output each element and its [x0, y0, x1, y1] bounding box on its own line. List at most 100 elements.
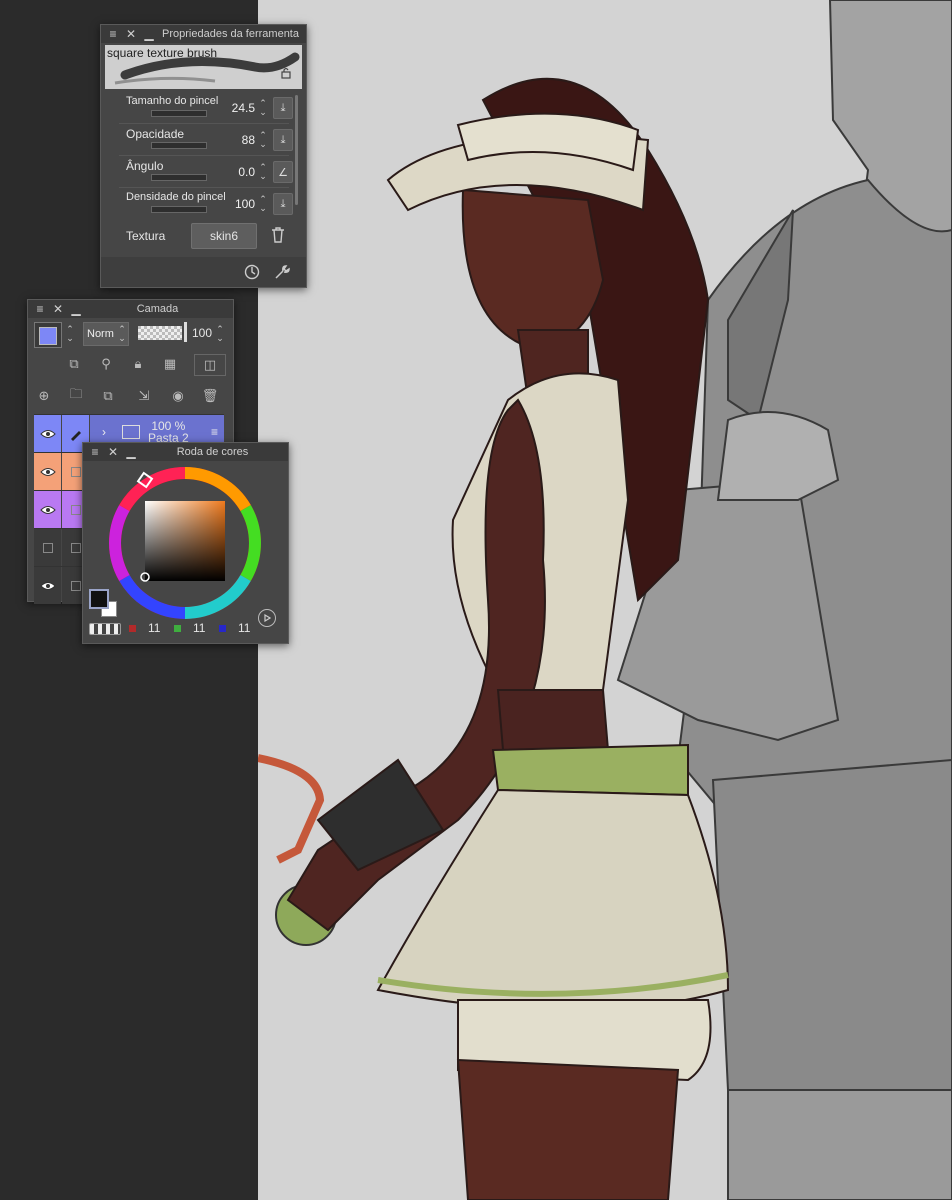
- menu-icon[interactable]: ≡: [107, 27, 119, 41]
- close-icon[interactable]: ✕: [52, 302, 64, 316]
- red-value: 11: [148, 621, 161, 635]
- brush-size-spinner[interactable]: ⌃ ⌄: [257, 99, 269, 117]
- panel-title: Camada: [136, 303, 179, 315]
- eye-icon[interactable]: [34, 491, 61, 528]
- layer-lock-row: ⧉ ⚲ 🔒︎ ▦ ◫: [34, 354, 228, 376]
- minimize-icon[interactable]: ▁: [70, 302, 82, 316]
- foreground-color-swatch[interactable]: [89, 589, 109, 609]
- brush-density-row: Densidade do pincel 100 ⌃ ⌄ ⤓: [119, 189, 295, 219]
- red-chip: [129, 624, 136, 632]
- blend-mode-spinner[interactable]: ⌃ ⌄: [116, 325, 128, 343]
- panel-title: Roda de cores: [176, 446, 249, 458]
- lock-transparency-icon[interactable]: ▦: [160, 354, 180, 374]
- download-icon[interactable]: ⤓: [273, 193, 293, 215]
- menu-icon[interactable]: ≡: [89, 445, 101, 459]
- properties-scrollbar[interactable]: [295, 95, 298, 205]
- brush-density-slider[interactable]: [151, 206, 207, 213]
- brush-preview[interactable]: square texture brush: [105, 45, 302, 89]
- angle-icon[interactable]: ∠: [273, 161, 293, 183]
- layer-toolbar: ⌃ ⌄ Norm ⌃ ⌄ 100 ⌃ ⌄: [34, 322, 228, 348]
- brush-size-row: Tamanho do pincel 24.5 ⌃ ⌄ ⤓: [119, 93, 295, 123]
- divider: [119, 155, 289, 156]
- transparent-color-button[interactable]: [89, 623, 121, 635]
- wrench-icon[interactable]: [273, 263, 291, 281]
- clip-icon[interactable]: ⧉: [64, 354, 84, 374]
- tool-properties-footer: [101, 257, 306, 287]
- trash-icon[interactable]: [269, 225, 287, 245]
- brush-name: square texture brush: [107, 46, 218, 60]
- eye-icon[interactable]: [34, 529, 61, 566]
- angle-slider[interactable]: [151, 174, 207, 181]
- lock-icon[interactable]: 🔒︎: [128, 354, 148, 374]
- close-icon[interactable]: ✕: [107, 445, 119, 459]
- rgb-readout: 11 11 11: [129, 621, 264, 635]
- opacity-slider[interactable]: [151, 142, 207, 149]
- download-icon[interactable]: ⤓: [273, 97, 293, 119]
- minimize-icon[interactable]: ▁: [125, 445, 137, 459]
- folder-layer-label[interactable]: 100 % Pasta 2: [148, 420, 189, 444]
- eye-icon[interactable]: [34, 453, 61, 490]
- drawing-canvas[interactable]: [258, 0, 952, 1200]
- divider: [119, 123, 289, 124]
- chevron-right-icon[interactable]: ›: [102, 425, 106, 439]
- trash-icon[interactable]: 🗑︎: [200, 386, 220, 406]
- color-wheel-panel: ≡ ✕ ▁ Roda de cores 11 11 11: [82, 442, 289, 644]
- mask-toggle-icon[interactable]: ◫: [194, 354, 226, 376]
- layer-actions-row: ⊕ 🗀 ⧉ ⇲ ◉ 🗑︎: [34, 386, 228, 408]
- tennis-racket: [258, 754, 325, 864]
- layer-opacity-knob[interactable]: [184, 322, 187, 342]
- download-icon[interactable]: ⤓: [273, 129, 293, 151]
- brush-size-slider[interactable]: [151, 110, 207, 117]
- brush-density-value[interactable]: 100: [235, 197, 255, 211]
- green-chip: [174, 624, 181, 632]
- opacity-label: Opacidade: [126, 127, 185, 141]
- angle-spinner[interactable]: ⌃ ⌄: [257, 163, 269, 181]
- texture-label: Textura: [126, 229, 166, 243]
- texture-select[interactable]: skin6: [191, 223, 257, 249]
- angle-row: Ângulo 0.0 ⌃ ⌄ ∠: [119, 157, 295, 187]
- panel-title: Propriedades da ferramenta: [162, 28, 299, 40]
- fg-bg-swatches[interactable]: [89, 589, 121, 619]
- green-value: 11: [193, 621, 206, 635]
- lock-icon[interactable]: [280, 67, 292, 79]
- opacity-spinner[interactable]: ⌃ ⌄: [257, 131, 269, 149]
- color-wheel-titlebar[interactable]: ≡ ✕ ▁ Roda de cores: [83, 443, 288, 461]
- layer-color-spinner[interactable]: ⌃ ⌄: [64, 325, 76, 343]
- close-icon[interactable]: ✕: [125, 27, 137, 41]
- angle-value[interactable]: 0.0: [238, 165, 255, 179]
- new-folder-icon[interactable]: 🗀: [66, 386, 86, 406]
- merge-down-icon[interactable]: ⇲: [134, 386, 154, 406]
- opacity-value[interactable]: 88: [242, 133, 255, 147]
- duplicate-layer-icon[interactable]: ⧉: [98, 386, 118, 406]
- reset-icon[interactable]: [243, 263, 261, 281]
- brush-density-spinner[interactable]: ⌃ ⌄: [257, 195, 269, 213]
- canvas-illustration: [258, 0, 952, 1200]
- eye-icon[interactable]: [34, 567, 61, 604]
- tool-properties-titlebar[interactable]: ≡ ✕ ▁ Propriedades da ferramenta: [101, 25, 306, 43]
- brush-density-label: Densidade do pincel: [126, 191, 226, 203]
- tool-properties-panel: ≡ ✕ ▁ Propriedades da ferramenta square …: [100, 24, 307, 288]
- brush-size-label: Tamanho do pincel: [126, 95, 219, 107]
- menu-icon[interactable]: ≡: [34, 302, 46, 316]
- layer-menu-icon[interactable]: ≡: [211, 425, 218, 439]
- layer-mask-icon[interactable]: ◉: [168, 386, 188, 406]
- layer-opacity-slider[interactable]: [138, 326, 182, 340]
- layer-color-swatch: [39, 327, 57, 345]
- brush-size-value[interactable]: 24.5: [232, 101, 255, 115]
- new-layer-icon[interactable]: ⊕: [34, 386, 54, 406]
- blue-chip: [219, 624, 226, 632]
- folder-icon: [122, 425, 140, 439]
- reference-icon[interactable]: ⚲: [96, 354, 116, 374]
- layer-opacity-value[interactable]: 100: [192, 326, 212, 340]
- layer-color-chip[interactable]: [34, 322, 62, 348]
- opacity-row: Opacidade 88 ⌃ ⌄ ⤓: [119, 125, 295, 155]
- minimize-icon[interactable]: ▁: [143, 27, 155, 41]
- play-icon[interactable]: [258, 609, 276, 627]
- color-wheel[interactable]: [107, 465, 263, 621]
- eye-icon[interactable]: [34, 415, 61, 452]
- layer-panel-titlebar[interactable]: ≡ ✕ ▁ Camada: [28, 300, 233, 318]
- layer-opacity-spinner[interactable]: ⌃ ⌄: [214, 325, 226, 343]
- angle-label: Ângulo: [126, 159, 164, 173]
- hue-ring[interactable]: [107, 465, 263, 621]
- texture-row: Textura skin6: [119, 221, 295, 251]
